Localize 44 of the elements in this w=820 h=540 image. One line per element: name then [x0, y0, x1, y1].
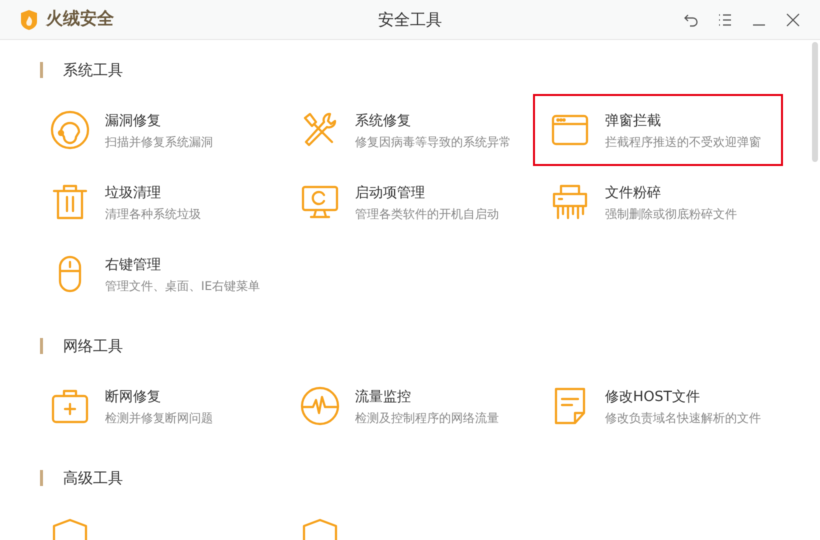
- pulse-circle-icon: [300, 386, 340, 426]
- app-name: 火绒安全: [46, 8, 114, 31]
- tool-title: 弹窗拦截: [605, 112, 662, 130]
- tool-title: 启动项管理: [355, 184, 426, 202]
- tool-item[interactable]: 文件粉碎 强制删除或彻底粉碎文件: [533, 166, 783, 238]
- tool-item[interactable]: 弹窗拦截 拦截程序推送的不受欢迎弹窗: [533, 94, 783, 166]
- tool-title: 垃圾清理: [105, 184, 162, 202]
- flame-shield-logo-icon: [20, 10, 38, 30]
- tool-item[interactable]: 右键管理 管理文件、桌面、IE右键菜单: [33, 238, 283, 310]
- tool-description: 修复因病毒等导致的系统异常: [355, 134, 511, 150]
- tool-title: 漏洞修复: [105, 112, 162, 130]
- tool-item[interactable]: 修改HOST文件 修改负责域名快速解析的文件: [533, 370, 783, 442]
- tool-title: 系统修复: [355, 112, 412, 130]
- tool-description: 扫描并修复系统漏洞: [105, 134, 213, 150]
- window-title: 安全工具: [377, 8, 443, 30]
- circle-headset-icon: [50, 110, 90, 150]
- undo-icon[interactable]: [684, 12, 698, 26]
- shredder-icon: [550, 182, 590, 222]
- tool-description: 管理文件、桌面、IE右键菜单: [105, 278, 260, 294]
- tool-title: 修改HOST文件: [605, 388, 701, 406]
- tool-title: 流量监控: [355, 388, 412, 406]
- tool-item[interactable]: 系统修复 修复因病毒等导致的系统异常: [283, 94, 533, 166]
- trash-icon: [50, 182, 90, 222]
- tool-title: 文件粉碎: [605, 184, 662, 202]
- scrollbar[interactable]: [812, 42, 818, 162]
- tool-title: 断网修复: [105, 388, 162, 406]
- menu-icon[interactable]: [718, 12, 732, 26]
- tool-item[interactable]: 断网修复 检测并修复断网问题: [33, 370, 283, 442]
- close-icon[interactable]: [786, 12, 800, 26]
- tool-description: 管理各类软件的开机自启动: [355, 206, 499, 222]
- section-heading: 高级工具: [63, 468, 123, 489]
- tool-item[interactable]: 启动项管理 管理各类软件的开机自启动: [283, 166, 533, 238]
- tool-description: 清理各种系统垃圾: [105, 206, 201, 222]
- tool-item[interactable]: 流量监控 检测及控制程序的网络流量: [283, 370, 533, 442]
- tool-item[interactable]: 漏洞修复 扫描并修复系统漏洞: [33, 94, 283, 166]
- tool-description: 强制删除或彻底粉碎文件: [605, 206, 737, 222]
- tool-description: 检测及控制程序的网络流量: [355, 410, 499, 426]
- tool-item[interactable]: 垃圾清理 清理各种系统垃圾: [33, 166, 283, 238]
- section-heading: 网络工具: [63, 336, 123, 357]
- tool-description: 拦截程序推送的不受欢迎弹窗: [605, 134, 761, 150]
- section-heading: 系统工具: [63, 60, 123, 81]
- tool-description: 修改负责域名快速解析的文件: [605, 410, 761, 426]
- tool-title: 右键管理: [105, 256, 162, 274]
- tool-description: 检测并修复断网问题: [105, 410, 213, 426]
